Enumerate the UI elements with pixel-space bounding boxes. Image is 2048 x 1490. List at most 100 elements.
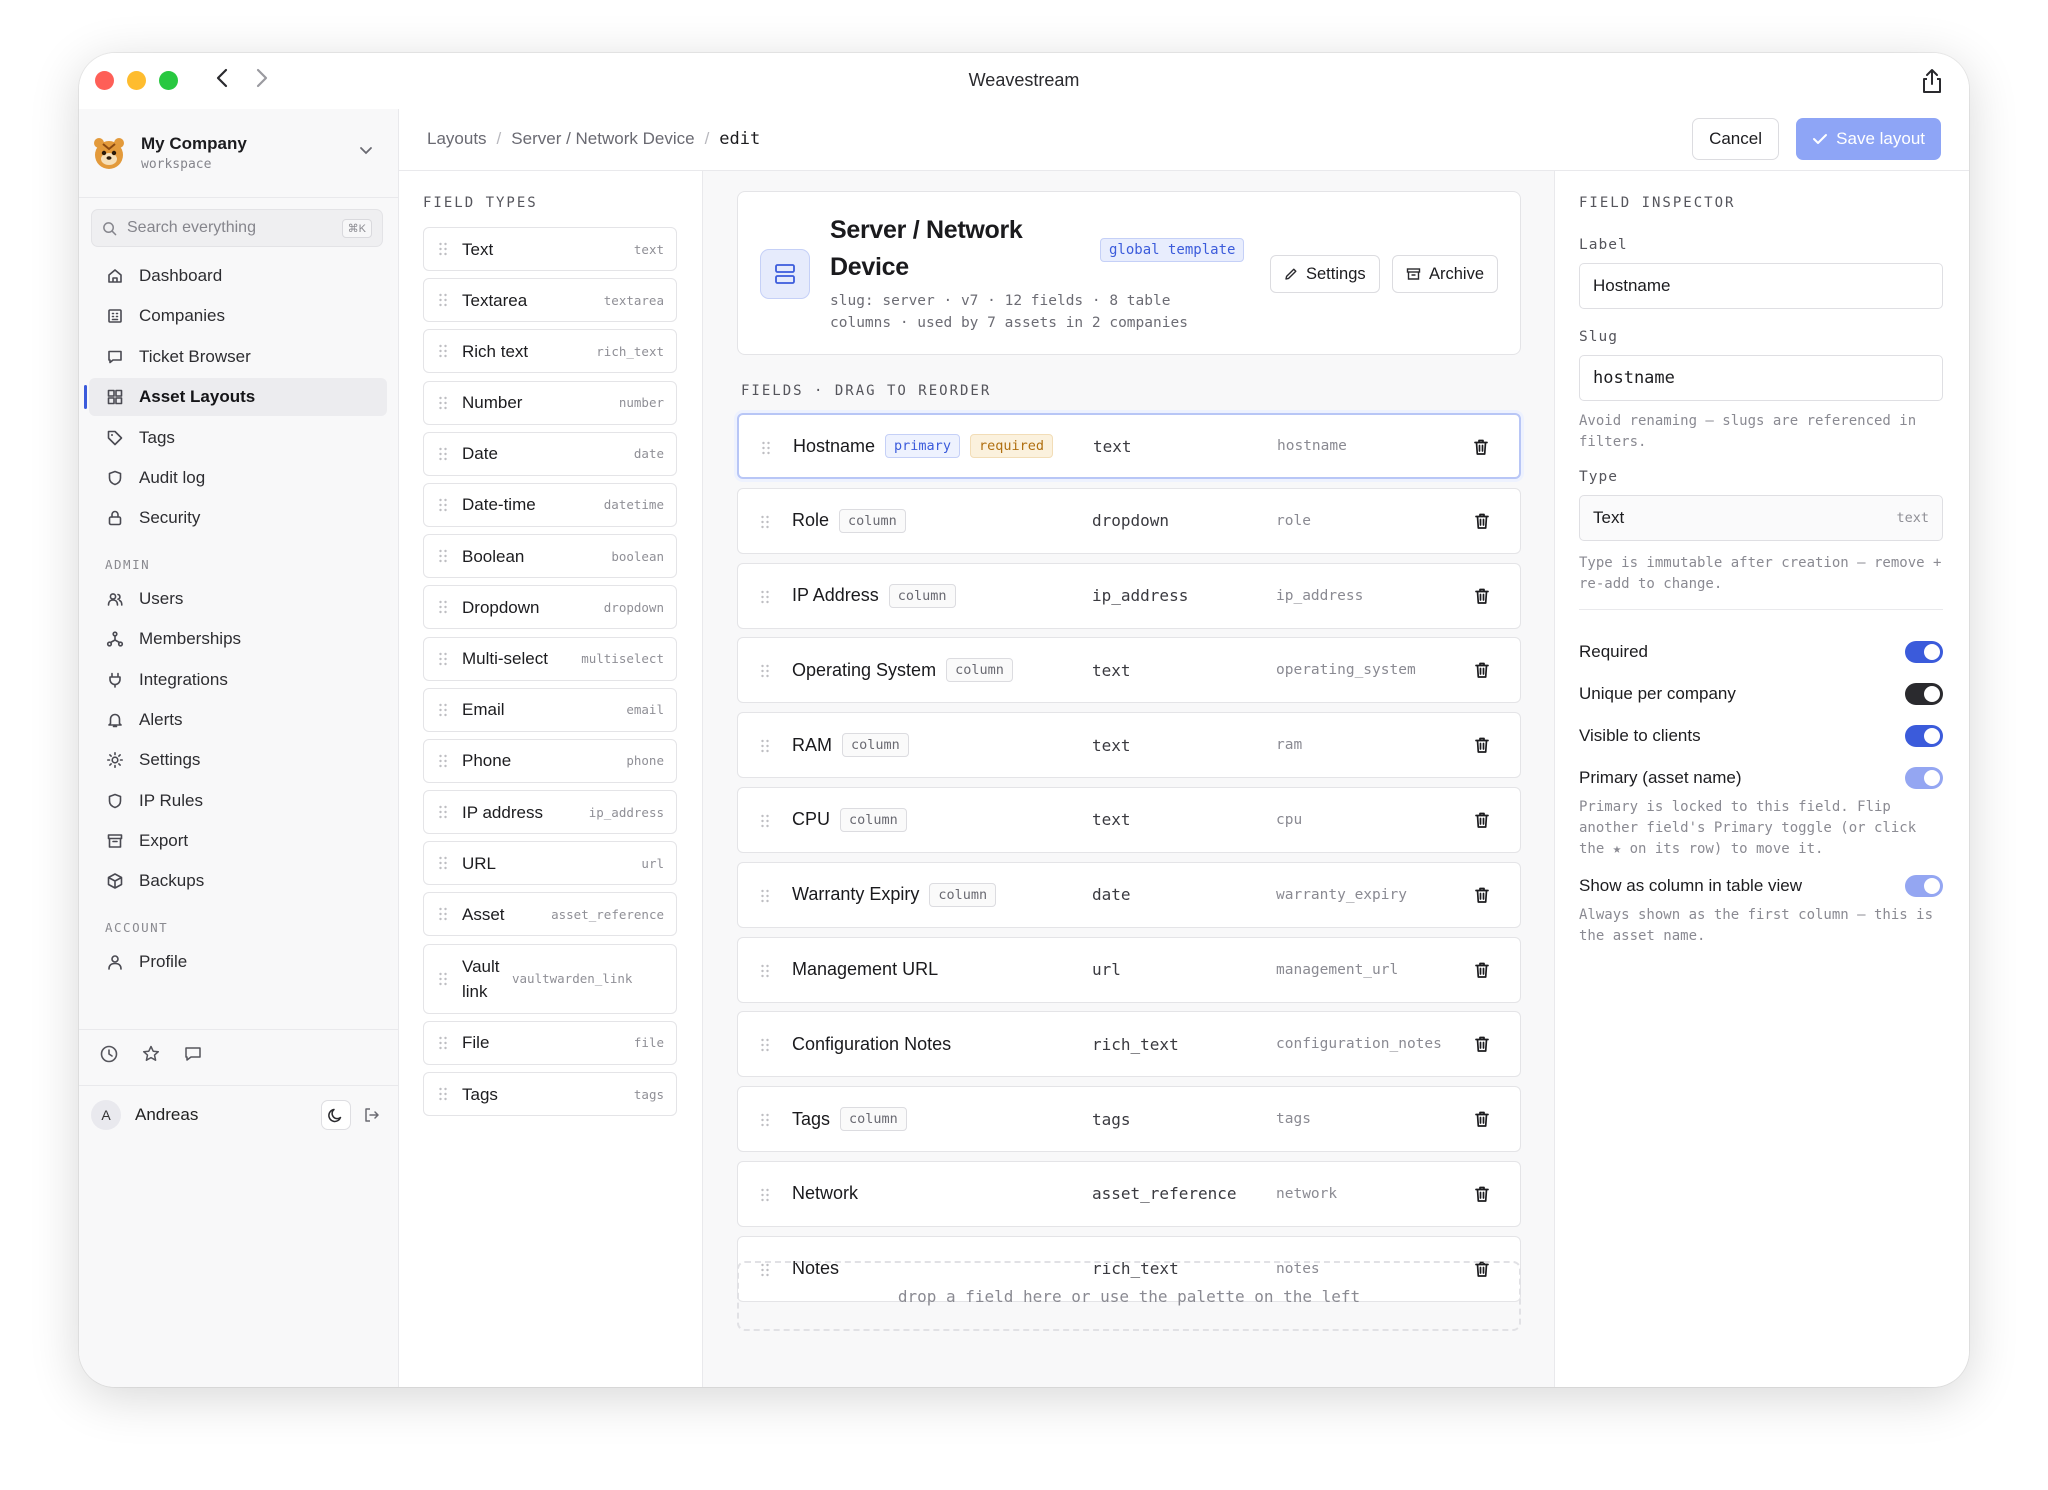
drag-handle-icon[interactable] [438,293,448,307]
field-type-number[interactable]: Number number [423,380,677,425]
delete-field-button[interactable] [1474,736,1490,759]
sidebar-item-profile[interactable]: Profile [89,943,387,981]
settings-button[interactable]: Settings [1270,255,1380,293]
sidebar-item-export[interactable]: Export [89,822,387,860]
drag-handle-icon[interactable] [760,1038,770,1052]
field-row[interactable]: Operating System column text operating_syst… [737,637,1521,704]
field-type-tags[interactable]: Tags tags [423,1072,677,1116]
delete-field-button[interactable] [1474,661,1490,684]
delete-field-button[interactable] [1474,961,1490,984]
avatar[interactable]: A [91,1100,121,1130]
drag-handle-icon[interactable] [760,889,770,903]
field-row[interactable]: IP Address column ip_address ip_address [737,562,1521,629]
sidebar-item-companies[interactable]: Companies [89,297,387,335]
toggle-switch[interactable] [1905,725,1943,747]
sidebar-item-users[interactable]: Users [89,580,387,618]
field-type-ip-address[interactable]: IP address ip_address [423,790,677,835]
field-row[interactable]: Management URL url management_url [737,936,1521,1003]
field-row[interactable]: CPU column text cpu [737,786,1521,853]
delete-field-button[interactable] [1474,886,1490,909]
drag-handle-icon[interactable] [760,590,770,604]
clock-icon[interactable] [99,1044,119,1064]
delete-field-button[interactable] [1474,1035,1490,1058]
drag-handle-icon[interactable] [438,907,448,921]
drag-handle-icon[interactable] [438,972,448,986]
sidebar-item-asset-layouts[interactable]: Asset Layouts [84,378,387,417]
sidebar-item-settings[interactable]: Settings [89,741,387,779]
slug-input[interactable]: hostname [1579,355,1943,401]
sidebar-item-ticket-browser[interactable]: Ticket Browser [89,338,387,376]
delete-field-button[interactable] [1474,512,1490,535]
field-type-boolean[interactable]: Boolean boolean [423,534,677,579]
field-row[interactable]: Warranty Expiry column date warranty_expiry [737,861,1521,928]
drag-handle-icon[interactable] [438,549,448,563]
field-type-datetime[interactable]: Date-time datetime [423,482,677,527]
field-row[interactable]: Tags column tags tags [737,1086,1521,1153]
sidebar-item-tags[interactable]: Tags [89,419,387,457]
drag-handle-icon[interactable] [760,1113,770,1127]
cancel-button[interactable]: Cancel [1692,118,1779,160]
field-type-multiselect[interactable]: Multi-select multiselect [423,636,677,681]
field-row[interactable]: Network asset_reference network [737,1160,1521,1227]
search-input[interactable]: Search everything ⌘K [91,209,383,247]
field-type-asset-reference[interactable]: Asset asset_reference [423,892,677,937]
field-type-phone[interactable]: Phone phone [423,738,677,783]
drag-handle-icon[interactable] [760,515,770,529]
drag-handle-icon[interactable] [438,498,448,512]
field-row[interactable]: Configuration Notes rich_text configuratio… [737,1011,1521,1078]
field-row[interactable]: Role column dropdown role [737,487,1521,554]
breadcrumb-layout-name[interactable]: Server / Network Device [511,129,694,149]
delete-field-button[interactable] [1474,1185,1490,1208]
share-button[interactable] [1917,65,1947,97]
drag-handle-icon[interactable] [438,344,448,358]
drag-handle-icon[interactable] [760,814,770,828]
delete-field-button[interactable] [1474,811,1490,834]
field-dropzone[interactable]: drop a field here or use the palette on … [737,1261,1521,1331]
field-type-date[interactable]: Date date [423,431,677,476]
sidebar-item-dashboard[interactable]: Dashboard [89,257,387,295]
drag-handle-icon[interactable] [438,396,448,410]
field-type-url[interactable]: URL url [423,841,677,886]
sidebar-item-security[interactable]: Security [89,499,387,537]
drag-handle-icon[interactable] [438,652,448,666]
sidebar-item-alerts[interactable]: Alerts [89,701,387,739]
sidebar-item-backups[interactable]: Backups [89,862,387,900]
sidebar-item-ip-rules[interactable]: IP Rules [89,782,387,820]
drag-handle-icon[interactable] [438,805,448,819]
save-layout-button[interactable]: Save layout [1796,118,1941,160]
delete-field-button[interactable] [1474,587,1490,610]
drag-handle-icon[interactable] [438,1036,448,1050]
sidebar-item-audit-log[interactable]: Audit log [89,459,387,497]
drag-handle-icon[interactable] [761,441,771,455]
sidebar-item-memberships[interactable]: Memberships [89,620,387,658]
breadcrumb-layouts[interactable]: Layouts [427,129,487,149]
field-type-dropdown[interactable]: Dropdown dropdown [423,585,677,630]
drag-handle-icon[interactable] [438,242,448,256]
workspace-switcher[interactable]: My Company workspace [91,127,387,179]
archive-button[interactable]: Archive [1392,255,1499,293]
drag-handle-icon[interactable] [438,754,448,768]
toggle-switch[interactable] [1905,683,1943,705]
field-row[interactable]: Hostname primary required text hostname [737,413,1521,479]
drag-handle-icon[interactable] [760,664,770,678]
field-type-file[interactable]: File file [423,1020,677,1065]
logout-button[interactable] [357,1100,387,1130]
chat-icon[interactable] [183,1044,203,1064]
delete-field-button[interactable] [1473,438,1489,461]
drag-handle-icon[interactable] [760,964,770,978]
field-type-textarea[interactable]: Textarea textarea [423,278,677,323]
drag-handle-icon[interactable] [438,600,448,614]
field-type-rich-text[interactable]: Rich text rich_text [423,329,677,374]
drag-handle-icon[interactable] [438,856,448,870]
delete-field-button[interactable] [1474,1110,1490,1133]
field-type-email[interactable]: Email email [423,687,677,732]
field-row[interactable]: RAM column text ram [737,712,1521,779]
drag-handle-icon[interactable] [438,447,448,461]
field-type-vaultwarden-link[interactable]: Vault link vaultwarden_link [423,943,677,1014]
drag-handle-icon[interactable] [760,1188,770,1202]
label-input[interactable]: Hostname [1579,263,1943,309]
drag-handle-icon[interactable] [438,703,448,717]
star-icon[interactable] [141,1044,161,1064]
theme-toggle-button[interactable] [321,1100,351,1130]
field-type-text[interactable]: Text text [423,227,677,271]
